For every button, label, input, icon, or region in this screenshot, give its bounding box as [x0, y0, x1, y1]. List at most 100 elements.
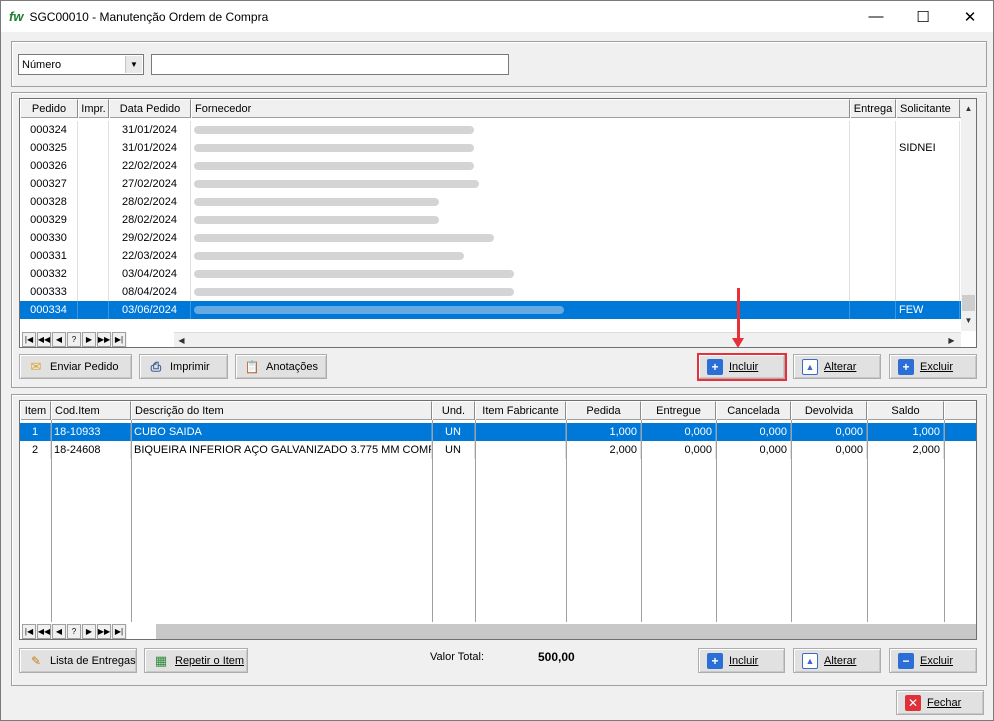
col-fabricante[interactable]: Item Fabricante [475, 401, 566, 420]
edit-list-icon: ✎ [30, 653, 42, 668]
cell-solicitante: SIDNEI [896, 139, 960, 157]
orders-vertical-scrollbar[interactable]: ▲ ▼ [961, 99, 976, 331]
cell-impr [78, 175, 109, 193]
scroll-left-icon[interactable]: ◀ [174, 333, 189, 347]
add-item-button[interactable]: + Incluir [698, 648, 785, 673]
cell-devolvida: 0,000 [791, 441, 867, 459]
nav-first-icon[interactable]: |◀ [22, 624, 36, 639]
nav-last-icon[interactable]: ▶| [112, 332, 126, 347]
nav-help-icon[interactable]: ? [67, 624, 81, 639]
col-entrega[interactable]: Entrega [850, 99, 896, 118]
col-pedido[interactable]: Pedido [20, 99, 78, 118]
cell-entrega [850, 265, 896, 283]
table-row[interactable]: 000328 28/02/2024 [20, 193, 960, 211]
redacted-text [194, 198, 439, 206]
nav-next-icon[interactable]: ▶ [82, 624, 96, 639]
minimize-button[interactable]: — [853, 1, 899, 32]
col-cancelada[interactable]: Cancelada [716, 401, 791, 420]
delete-order-button[interactable]: + Excluir [889, 354, 977, 379]
close-button[interactable]: ✕ [947, 1, 993, 32]
col-impr[interactable]: Impr. [78, 99, 109, 118]
column-divider [791, 420, 792, 622]
col-saldo[interactable]: Saldo [867, 401, 944, 420]
print-button[interactable]: ⎙ Imprimir [139, 354, 228, 379]
table-row[interactable]: 000330 29/02/2024 [20, 229, 960, 247]
delete-item-button[interactable]: − Excluir [889, 648, 977, 673]
col-solicitante[interactable]: Solicitante [896, 99, 960, 118]
nav-next-page-icon[interactable]: ▶▶ [97, 332, 111, 347]
repeat-item-button[interactable]: ▦ Repetir o Item [144, 648, 248, 673]
redacted-text [194, 234, 494, 242]
col-data-pedido[interactable]: Data Pedido [109, 99, 191, 118]
cell-impr [78, 229, 109, 247]
notes-button[interactable]: 📋 Anotações [235, 354, 327, 379]
chevron-down-icon: ▼ [125, 56, 142, 73]
table-row[interactable]: 2 18-24608 BIQUEIRA INFERIOR AÇO GALVANI… [20, 441, 944, 459]
x-icon: ✕ [905, 694, 921, 711]
col-cod-item[interactable]: Cod.Item [51, 401, 131, 420]
cell-fornecedor-redacted [191, 157, 850, 175]
col-und[interactable]: Und. [432, 401, 475, 420]
edit-order-button[interactable]: ▲ Alterar [793, 354, 881, 379]
search-field-select[interactable]: Número ▼ [18, 54, 144, 75]
col-descricao[interactable]: Descrição do Item [131, 401, 432, 420]
table-row[interactable]: 000324 31/01/2024 [20, 121, 960, 139]
cell-data: 03/06/2024 [109, 301, 191, 319]
edit-order-label: Alterar [824, 360, 857, 373]
column-divider [131, 420, 132, 622]
col-entregue[interactable]: Entregue [641, 401, 716, 420]
nav-last-icon[interactable]: ▶| [112, 624, 126, 639]
col-fornecedor[interactable]: Fornecedor [191, 99, 850, 118]
orders-horizontal-scrollbar[interactable]: ◀ ▶ [174, 332, 961, 347]
cell-pedido: 000324 [20, 121, 78, 139]
cell-solicitante [896, 211, 960, 229]
scroll-up-icon[interactable]: ▲ [961, 101, 976, 116]
cell-fornecedor-redacted [191, 211, 850, 229]
table-row[interactable]: 000333 08/04/2024 [20, 283, 960, 301]
maximize-button[interactable]: ☐ [900, 1, 946, 32]
col-item[interactable]: Item [20, 401, 51, 420]
table-row[interactable]: 000325 31/01/2024 SIDNEI [20, 139, 960, 157]
search-input[interactable] [151, 54, 509, 75]
delivery-list-button[interactable]: ✎ Lista de Entregas [19, 648, 137, 673]
triangle-up-icon: ▲ [802, 358, 818, 375]
nav-prior-page-icon[interactable]: ◀◀ [37, 332, 51, 347]
nav-next-icon[interactable]: ▶ [82, 332, 96, 347]
scrollbar-thumb[interactable] [962, 295, 975, 311]
nav-prior-icon[interactable]: ◀ [52, 332, 66, 347]
table-row[interactable]: 000327 27/02/2024 [20, 175, 960, 193]
edit-item-label: Alterar [824, 654, 857, 667]
nav-first-icon[interactable]: |◀ [22, 332, 36, 347]
scroll-right-icon[interactable]: ▶ [944, 333, 959, 347]
col-pedida[interactable]: Pedida [566, 401, 641, 420]
col-devolvida[interactable]: Devolvida [791, 401, 867, 420]
cell-und: UN [432, 441, 475, 459]
fechar-button[interactable]: ✕ Fechar [896, 690, 984, 715]
table-row-selected[interactable]: 1 18-10933 CUBO SAIDA UN 1,000 0,000 0,0… [20, 423, 976, 441]
table-row[interactable]: 000331 22/03/2024 [20, 247, 960, 265]
cell-impr [78, 283, 109, 301]
cell-data: 31/01/2024 [109, 139, 191, 157]
cell-pedido: 000332 [20, 265, 78, 283]
scroll-down-icon[interactable]: ▼ [961, 313, 976, 328]
cell-solicitante [896, 175, 960, 193]
triangle-up-icon: ▲ [802, 652, 818, 669]
nav-prior-icon[interactable]: ◀ [52, 624, 66, 639]
table-row[interactable]: 000329 28/02/2024 [20, 211, 960, 229]
cell-impr [78, 139, 109, 157]
cell-data: 27/02/2024 [109, 175, 191, 193]
cell-fornecedor-redacted [191, 247, 850, 265]
table-row[interactable]: 000332 03/04/2024 [20, 265, 960, 283]
table-add-icon: ▦ [154, 652, 168, 668]
cell-cancelada: 0,000 [716, 441, 791, 459]
send-order-button[interactable]: ✉ Enviar Pedido [19, 354, 132, 379]
cell-impr [78, 211, 109, 229]
envelope-icon: ✉ [30, 358, 42, 374]
cell-fornecedor-redacted [191, 193, 850, 211]
nav-prior-page-icon[interactable]: ◀◀ [37, 624, 51, 639]
edit-item-button[interactable]: ▲ Alterar [793, 648, 881, 673]
table-row-selected[interactable]: 000334 03/06/2024 FEW [20, 301, 961, 319]
nav-help-icon[interactable]: ? [67, 332, 81, 347]
nav-next-page-icon[interactable]: ▶▶ [97, 624, 111, 639]
table-row[interactable]: 000326 22/02/2024 [20, 157, 960, 175]
